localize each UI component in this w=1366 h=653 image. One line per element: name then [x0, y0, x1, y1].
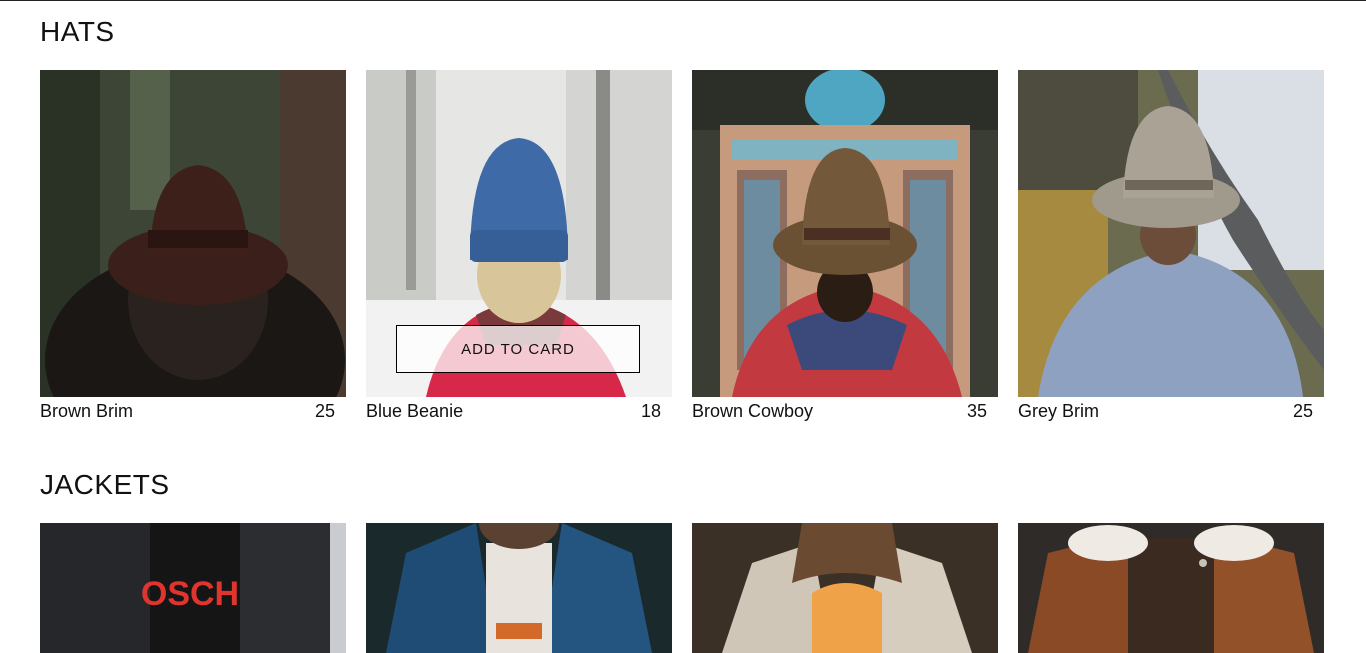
- product-card-brown-brim[interactable]: Brown Brim 25: [40, 70, 346, 422]
- product-card-blue-beanie[interactable]: ADD TO CARD Blue Beanie 18: [366, 70, 672, 422]
- product-image-light-denim-jacket[interactable]: [692, 523, 998, 653]
- jackets-grid: OSCH: [40, 523, 1326, 653]
- product-name: Brown Cowboy: [692, 401, 814, 421]
- product-price: 35: [966, 401, 987, 421]
- hats-grid: Brown Brim 25 ADD TO CARD Blue Beanie 18…: [40, 70, 1326, 422]
- product-footer: Blue Beanie 18: [366, 401, 672, 422]
- top-border: [0, 0, 1366, 1]
- product-price: 25: [314, 401, 335, 421]
- product-image-brown-brim[interactable]: [40, 70, 346, 397]
- product-footer: Grey Brim 25: [1018, 401, 1324, 422]
- product-name: Grey Brim: [1018, 401, 1099, 421]
- product-image-brown-cowboy[interactable]: [692, 70, 998, 397]
- product-image-blue-denim-jacket[interactable]: [366, 523, 672, 653]
- product-name: Blue Beanie: [366, 401, 464, 421]
- product-image-brown-suede-jacket[interactable]: [1018, 523, 1324, 653]
- product-card-jacket-3[interactable]: [692, 523, 998, 653]
- section-title-jackets[interactable]: JACKETS: [40, 469, 170, 501]
- product-card-grey-brim[interactable]: Grey Brim 25: [1018, 70, 1324, 422]
- product-card-brown-cowboy[interactable]: Brown Cowboy 35: [692, 70, 998, 422]
- product-footer: Brown Brim 25: [40, 401, 346, 422]
- product-card-jacket-4[interactable]: [1018, 523, 1324, 653]
- product-name: Brown Brim: [40, 401, 134, 421]
- product-image-blue-beanie[interactable]: ADD TO CARD: [366, 70, 672, 397]
- product-price: 18: [640, 401, 661, 421]
- add-to-cart-button[interactable]: ADD TO CARD: [396, 325, 640, 373]
- section-title-hats[interactable]: HATS: [40, 16, 115, 48]
- product-price: 25: [1292, 401, 1313, 421]
- product-image-grey-brim[interactable]: [1018, 70, 1324, 397]
- svg-text:OSCH: OSCH: [141, 575, 239, 613]
- product-image-black-denim-jacket[interactable]: OSCH: [40, 523, 346, 653]
- product-footer: Brown Cowboy 35: [692, 401, 998, 422]
- product-card-jacket-1[interactable]: OSCH: [40, 523, 346, 653]
- product-card-jacket-2[interactable]: [366, 523, 672, 653]
